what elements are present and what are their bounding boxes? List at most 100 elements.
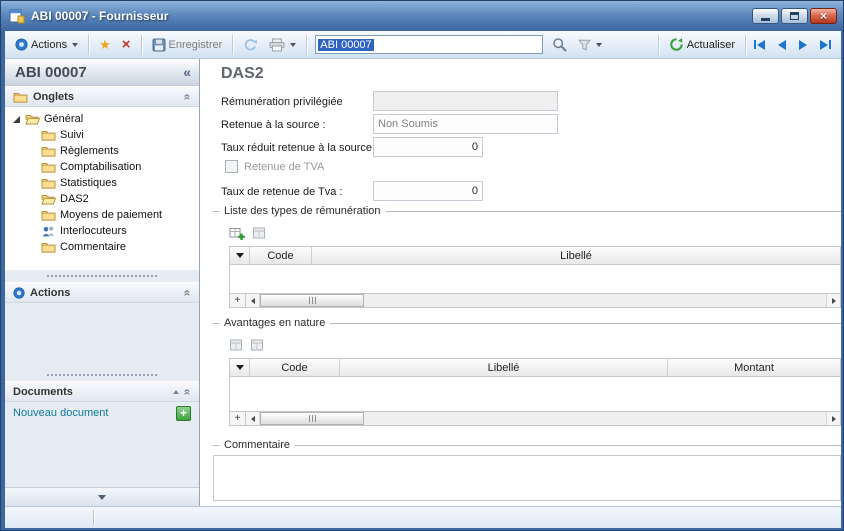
add-document-button[interactable]: + (176, 406, 191, 421)
tree-item-moyens-de-paiement[interactable]: Moyens de paiement (5, 207, 199, 223)
folder-icon (41, 161, 56, 173)
tree-item-label: Règlements (60, 145, 119, 157)
retenue-source-value: Non Soumis (378, 118, 438, 130)
tree-item-statistiques[interactable]: Statistiques (5, 175, 199, 191)
retenue-source-input[interactable]: Non Soumis (373, 114, 558, 134)
maximize-button[interactable] (781, 8, 808, 24)
next-record-button[interactable] (797, 38, 809, 52)
delete-record-button[interactable]: × (118, 35, 135, 54)
delete-icon: × (122, 37, 131, 52)
remuneration-input[interactable] (373, 91, 558, 111)
scroll-left-button[interactable] (246, 412, 260, 425)
minimize-button[interactable] (752, 8, 779, 24)
chevron-down-icon (98, 495, 106, 500)
sidebar-spacer (5, 303, 199, 369)
retenue-tva-label: Retenue de TVA (244, 161, 324, 173)
add-row-button[interactable]: + (230, 294, 246, 307)
tree-item-commentaire[interactable]: Commentaire (5, 239, 199, 255)
status-bar (5, 506, 841, 528)
refresh-button[interactable]: Actualiser (665, 35, 739, 54)
grid-body[interactable] (230, 377, 840, 411)
column-header-montant[interactable]: Montant (668, 359, 840, 376)
tree-item-suivi[interactable]: Suivi (5, 127, 199, 143)
row-indicator-icon (236, 365, 244, 370)
previous-record-button[interactable] (776, 38, 788, 52)
tree-item-comptabilisation[interactable]: Comptabilisation (5, 159, 199, 175)
group-avantages: Avantages en nature Code Libellé Montant… (213, 317, 841, 426)
column-header-code[interactable]: Code (250, 359, 340, 376)
save-button[interactable]: Enregistrer (148, 36, 227, 54)
collapse-section-icon[interactable]: « (181, 388, 195, 395)
retenue-tva-checkbox[interactable] (225, 160, 238, 173)
commentaire-textarea[interactable] (213, 455, 841, 501)
filter-button[interactable] (574, 37, 606, 53)
column-header-libelle[interactable]: Libellé (340, 359, 668, 376)
actions-menu-button[interactable]: Actions (11, 36, 82, 53)
collapse-section-icon[interactable]: « (181, 93, 195, 100)
section-actions[interactable]: Actions « (5, 282, 199, 303)
taux-tva-input[interactable]: 0 (373, 181, 483, 201)
window-title: ABI 00007 - Fournisseur (31, 9, 168, 23)
actions-icon (13, 287, 25, 299)
insert-row-button[interactable] (229, 338, 243, 352)
last-record-icon (829, 40, 831, 49)
grid-toolbar (229, 225, 841, 241)
add-row-button[interactable] (229, 226, 245, 241)
group-title: Avantages en nature (213, 317, 841, 329)
section-documents[interactable]: Documents « (5, 381, 199, 402)
grid-scrollbar-row: + (230, 293, 840, 307)
scroll-left-icon (251, 416, 255, 422)
grid-body[interactable] (230, 265, 840, 293)
column-header-libelle[interactable]: Libellé (312, 247, 840, 264)
tree-item-reglements[interactable]: Règlements (5, 143, 199, 159)
collapse-section-icon[interactable]: « (181, 289, 195, 296)
group-remunerations-title: Liste des types de rémunération (219, 205, 386, 217)
delete-row-button[interactable] (252, 226, 266, 240)
section-onglets[interactable]: Onglets « (5, 86, 199, 107)
record-search-input[interactable]: ABI 00007 (315, 35, 543, 54)
row-selector-column[interactable] (230, 359, 250, 376)
scroll-left-button[interactable] (246, 294, 260, 307)
main-toolbar: Actions ★ × Enregistrer ABI 00007 (5, 31, 841, 59)
group-commentaire: Commentaire (213, 439, 841, 451)
title-bar[interactable]: ABI 00007 - Fournisseur × (1, 1, 844, 31)
grid-toolbar (229, 337, 841, 353)
sidebar-spacer (5, 424, 199, 487)
previous-record-icon (778, 40, 786, 50)
group-title: Commentaire (213, 439, 841, 451)
row-selector-column[interactable] (230, 247, 250, 264)
refresh-icon (669, 37, 684, 52)
sidebar-overflow-button[interactable] (5, 487, 199, 506)
new-document-link[interactable]: Nouveau document + (5, 402, 199, 424)
print-button[interactable] (265, 36, 300, 54)
tree-expander-icon[interactable] (13, 116, 20, 123)
taux-reduit-input[interactable]: 0 (373, 137, 483, 157)
collapse-sidebar-button[interactable]: « (183, 64, 191, 80)
scroll-right-button[interactable] (826, 294, 840, 307)
tree-item-interlocuteurs[interactable]: Interlocuteurs (5, 223, 199, 239)
taux-reduit-value: 0 (472, 141, 478, 153)
group-avantages-title: Avantages en nature (219, 317, 330, 329)
search-button[interactable] (548, 35, 571, 54)
toolbar-separator (658, 35, 659, 55)
delete-row-button[interactable] (250, 338, 264, 352)
column-header-code[interactable]: Code (250, 247, 312, 264)
new-record-button[interactable]: ★ (95, 36, 115, 53)
add-row-button[interactable]: + (230, 412, 246, 425)
toolbar-separator (745, 35, 746, 55)
folder-icon (13, 91, 28, 103)
tree-item-general[interactable]: Général (5, 111, 199, 127)
dropdown-caret-icon (72, 43, 78, 47)
magnifier-icon (552, 37, 567, 52)
last-record-button[interactable] (818, 38, 833, 52)
close-button[interactable]: × (810, 8, 837, 24)
tree-item-das2[interactable]: DAS2 (5, 191, 199, 207)
chevron-up-icon[interactable] (173, 390, 179, 394)
scrollbar-thumb[interactable] (260, 412, 364, 425)
scroll-right-button[interactable] (826, 412, 840, 425)
first-record-button[interactable] (752, 38, 767, 52)
remunerations-grid: Code Libellé + (229, 246, 841, 308)
sync-button[interactable] (239, 36, 262, 54)
filter-icon (578, 39, 591, 51)
scrollbar-thumb[interactable] (260, 294, 364, 307)
